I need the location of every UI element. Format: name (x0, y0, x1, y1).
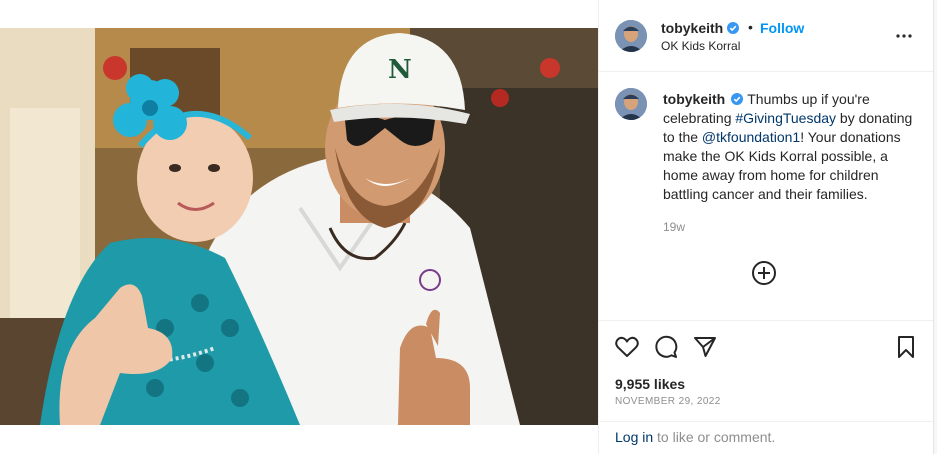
post-side-panel: tobykeith • Follow OK Kids Korral tobyke… (599, 0, 937, 454)
action-bar (599, 333, 933, 361)
add-comment-plus-icon[interactable] (751, 260, 777, 286)
author-avatar[interactable] (615, 20, 647, 52)
author-username[interactable]: tobykeith (661, 20, 740, 36)
heart-icon[interactable] (614, 334, 640, 360)
window-edge (933, 0, 937, 454)
post-header: tobykeith • Follow OK Kids Korral (599, 0, 933, 72)
header-separator: • (748, 19, 753, 35)
instagram-post-embed: N tobykeith • Follow OK Kids Korral toby… (0, 0, 937, 454)
verified-badge-icon (727, 22, 740, 34)
bookmark-icon[interactable] (893, 334, 919, 360)
caption-timestamp[interactable]: 19w (663, 220, 685, 234)
mention-link[interactable]: @tkfoundation1 (702, 129, 800, 145)
footer-divider (599, 421, 933, 422)
photo-illustration: N (0, 28, 598, 425)
caption-section: tobykeith Thumbs up if you're celebrating… (599, 73, 933, 320)
login-prompt-text: to like or comment. (653, 429, 776, 445)
paper-plane-icon[interactable] (692, 334, 718, 360)
follow-button[interactable]: Follow (760, 20, 804, 36)
caption-username[interactable]: tobykeith (663, 91, 725, 107)
comment-bubble-icon[interactable] (653, 334, 679, 360)
actions-divider (599, 320, 933, 321)
post-photo[interactable]: N (0, 28, 598, 425)
caption-author-avatar[interactable] (615, 88, 647, 120)
author-username-text[interactable]: tobykeith (661, 20, 723, 36)
post-caption: tobykeith Thumbs up if you're celebrating… (663, 90, 915, 204)
avatar-image (615, 20, 647, 52)
media-panel: N (0, 0, 598, 454)
post-date[interactable]: NOVEMBER 29, 2022 (615, 396, 721, 407)
likes-count[interactable]: 9,955 likes (615, 376, 685, 392)
svg-text:N: N (388, 55, 412, 85)
login-prompt: Log in to like or comment. (615, 429, 775, 445)
hashtag-link[interactable]: #GivingTuesday (735, 110, 836, 126)
location-link[interactable]: OK Kids Korral (661, 39, 740, 53)
avatar-image (615, 88, 647, 120)
verified-badge-icon (731, 93, 744, 105)
login-link[interactable]: Log in (615, 429, 653, 445)
more-options-icon[interactable] (895, 27, 913, 45)
